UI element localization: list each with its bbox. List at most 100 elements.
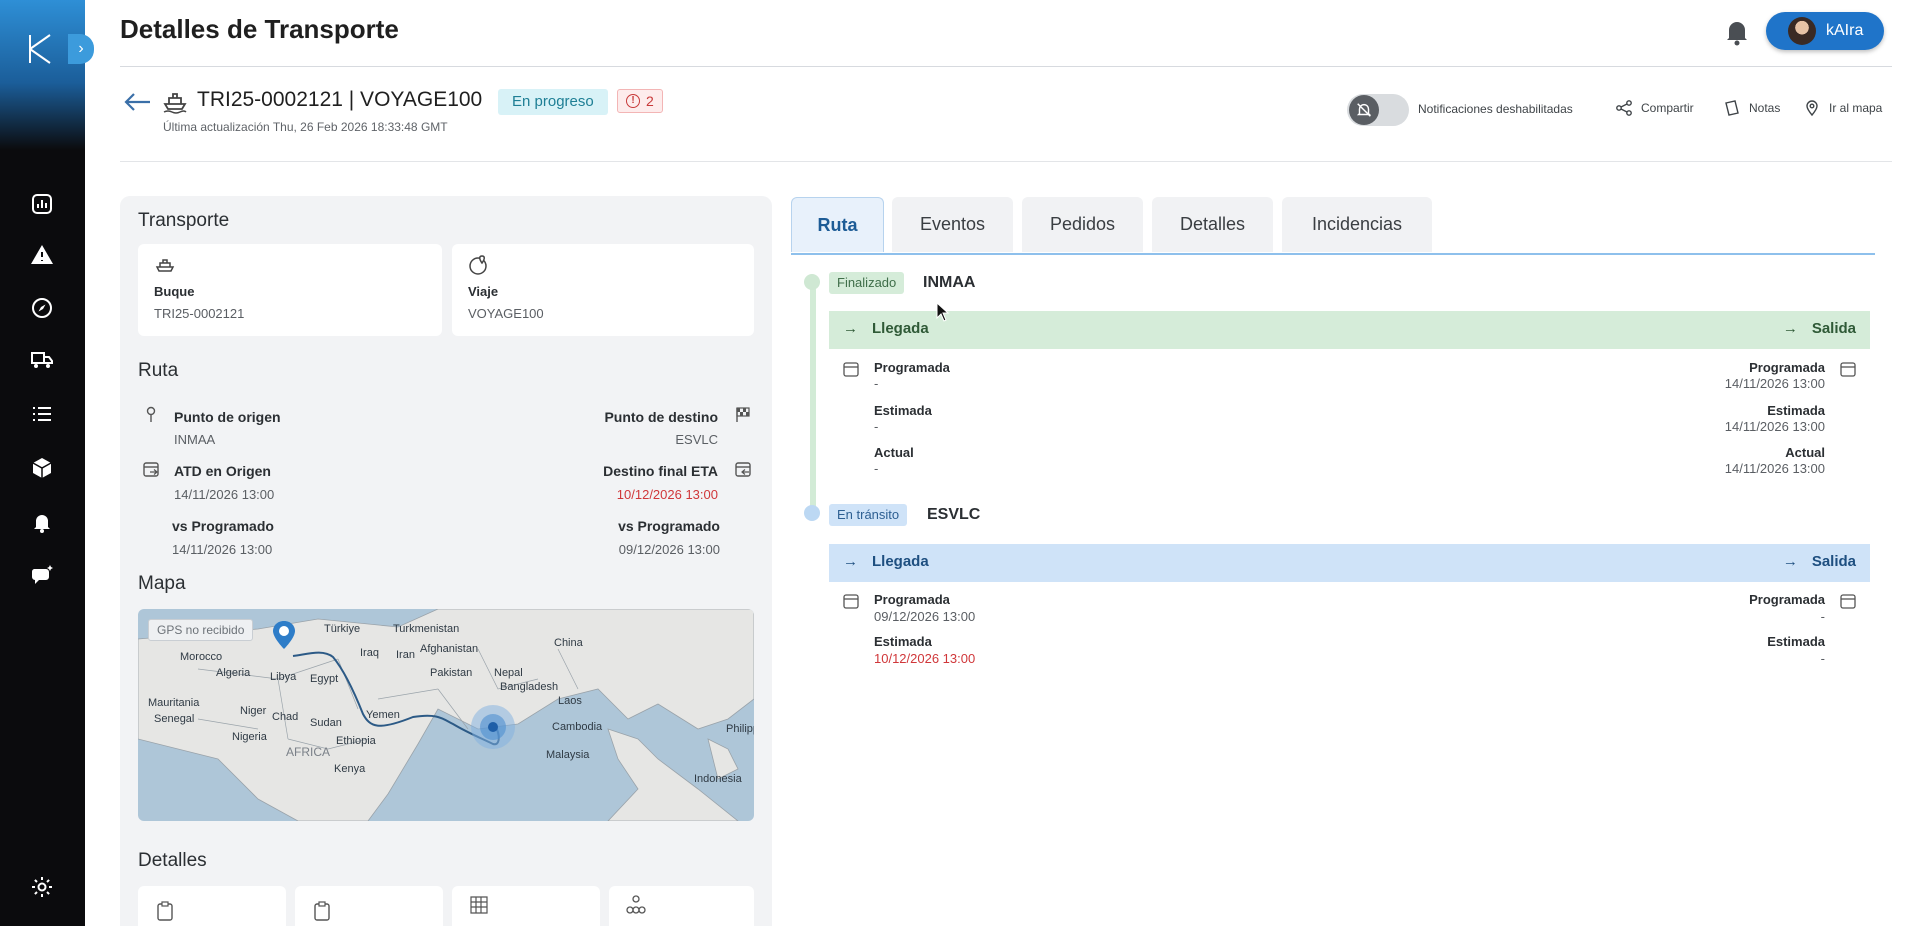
tab-route[interactable]: Ruta — [791, 197, 884, 252]
go-to-map-button[interactable]: Ir al mapa — [1803, 99, 1882, 117]
user-menu-button[interactable]: kAIra — [1766, 12, 1884, 50]
alerts-count: 2 — [646, 93, 654, 109]
sidebar-header — [0, 0, 85, 150]
calendar-arrival-icon — [734, 460, 752, 478]
estimated-label: Estimada — [874, 403, 932, 418]
origin-pin-icon — [142, 406, 160, 424]
status-badge: En progreso — [498, 89, 608, 115]
map-label: Algeria — [216, 667, 251, 679]
vs-scheduled-label-left: vs Programado — [172, 518, 274, 534]
eta-value: 10/12/2026 13:00 — [616, 487, 718, 502]
route-title: Ruta — [138, 360, 179, 381]
destination-label: Punto de destino — [604, 409, 718, 425]
route-map[interactable]: GPS no recibido Türkiye Turkmenistan Mor… — [138, 609, 754, 821]
map-label: Laos — [558, 695, 582, 707]
estimated-label: Estimada — [874, 634, 932, 649]
tab-orders[interactable]: Pedidos — [1022, 197, 1143, 252]
alerts-badge[interactable]: ! 2 — [617, 89, 663, 113]
map-pin-icon — [1806, 100, 1818, 117]
sidebar-expand-button[interactable]: › — [68, 34, 94, 64]
estimated-arrival-value: 10/12/2026 13:00 — [874, 651, 976, 666]
vessel-card: Buque TRI25-0002121 — [138, 244, 442, 336]
estimated-label: Estimada — [1767, 634, 1825, 649]
map-label: Iraq — [360, 647, 379, 659]
map-label: Kenya — [334, 763, 366, 775]
actual-label: Actual — [874, 445, 914, 460]
compass-icon[interactable] — [28, 294, 56, 322]
map-label: Sudan — [310, 717, 342, 729]
arrow-right-icon: → — [843, 320, 858, 337]
vs-scheduled-value-left: 14/11/2026 13:00 — [172, 542, 273, 557]
map-label: Indonesia — [694, 773, 742, 785]
notes-button[interactable]: Notas — [1723, 99, 1780, 117]
notifications-toggle[interactable] — [1347, 94, 1409, 126]
destination-value: ESVLC — [675, 432, 718, 447]
arrival-departure-band: → Llegada → Salida — [829, 544, 1870, 582]
tab-events[interactable]: Eventos — [892, 197, 1013, 252]
tab-incidents[interactable]: Incidencias — [1282, 197, 1432, 252]
arrow-right-icon: → — [1782, 553, 1798, 570]
checkered-flag-icon — [734, 406, 752, 424]
arrival-label: Llegada — [872, 320, 929, 337]
go-to-map-label: Ir al mapa — [1829, 101, 1883, 115]
actual-label: Actual — [1785, 445, 1825, 460]
back-arrow-icon[interactable] — [122, 90, 152, 114]
origin-label: Punto de origen — [174, 409, 281, 425]
estimated-departure-value: - — [1820, 651, 1825, 666]
map-label: Cambodia — [552, 721, 603, 733]
arrival-departure-band: → Llegada → Salida — [829, 311, 1870, 349]
map-label: Senegal — [154, 713, 195, 725]
timeline-dot-transit — [804, 505, 820, 521]
dashboard-icon[interactable] — [28, 190, 56, 218]
share-icon — [1616, 100, 1632, 116]
map-label: Turkmenistan — [393, 623, 460, 635]
atd-value: 14/11/2026 13:00 — [174, 487, 275, 502]
list-icon[interactable] — [28, 400, 56, 428]
timeline-dot-finished — [804, 274, 820, 290]
app-logo[interactable] — [24, 32, 58, 66]
molecule-icon — [625, 894, 647, 916]
page-title: Detalles de Transporte — [120, 14, 399, 44]
scheduled-label: Programada — [874, 592, 950, 607]
arrow-right-icon: → — [843, 553, 858, 570]
chat-ai-icon[interactable] — [28, 561, 56, 589]
app-root: › Detalles de Transporte kAIra TRI25-000… — [0, 0, 1920, 926]
details-card — [452, 886, 600, 926]
settings-icon[interactable] — [28, 873, 56, 901]
voyage-card: Viaje VOYAGE100 — [452, 244, 754, 336]
mouse-cursor-icon — [936, 301, 950, 322]
bell-icon[interactable] — [28, 508, 56, 536]
details-title: Detalles — [138, 850, 207, 871]
box-icon[interactable] — [28, 454, 56, 482]
alert-icon[interactable] — [28, 241, 56, 269]
grid-icon — [468, 894, 490, 916]
tab-details[interactable]: Detalles — [1152, 197, 1273, 252]
notes-icon — [1725, 100, 1739, 116]
vessel-label: Buque — [154, 284, 195, 299]
estimated-arrival-value: - — [874, 419, 879, 434]
map-label: Chad — [272, 711, 299, 723]
truck-icon[interactable] — [28, 346, 56, 374]
notifications-bell-icon[interactable] — [1724, 18, 1750, 46]
stop-status-badge: En tránsito — [829, 504, 908, 526]
map-label: Niger — [240, 705, 267, 717]
clipboard-icon — [311, 900, 333, 922]
share-button[interactable]: Compartir — [1615, 99, 1694, 117]
timeline-line — [810, 280, 816, 510]
sidebar: › — [0, 0, 94, 926]
arrival-label: Llegada — [872, 553, 929, 570]
scheduled-label: Programada — [874, 360, 950, 375]
bell-off-icon — [1349, 95, 1379, 125]
scheduled-arrival-value: - — [874, 376, 879, 391]
header-divider — [120, 66, 1892, 67]
map-label: Mauritania — [148, 697, 200, 709]
trip-id: TRI25-0002121 | VOYAGE100 — [197, 88, 483, 111]
scheduled-label: Programada — [1749, 360, 1825, 375]
transport-title: Transporte — [138, 210, 230, 231]
voyage-label: Viaje — [468, 284, 499, 299]
atd-label: ATD en Origen — [174, 463, 271, 479]
actual-departure-value: 14/11/2026 13:00 — [1724, 461, 1825, 476]
calendar-icon — [842, 360, 860, 378]
calendar-icon — [1839, 592, 1857, 610]
map-label: Afghanistan — [420, 643, 479, 655]
